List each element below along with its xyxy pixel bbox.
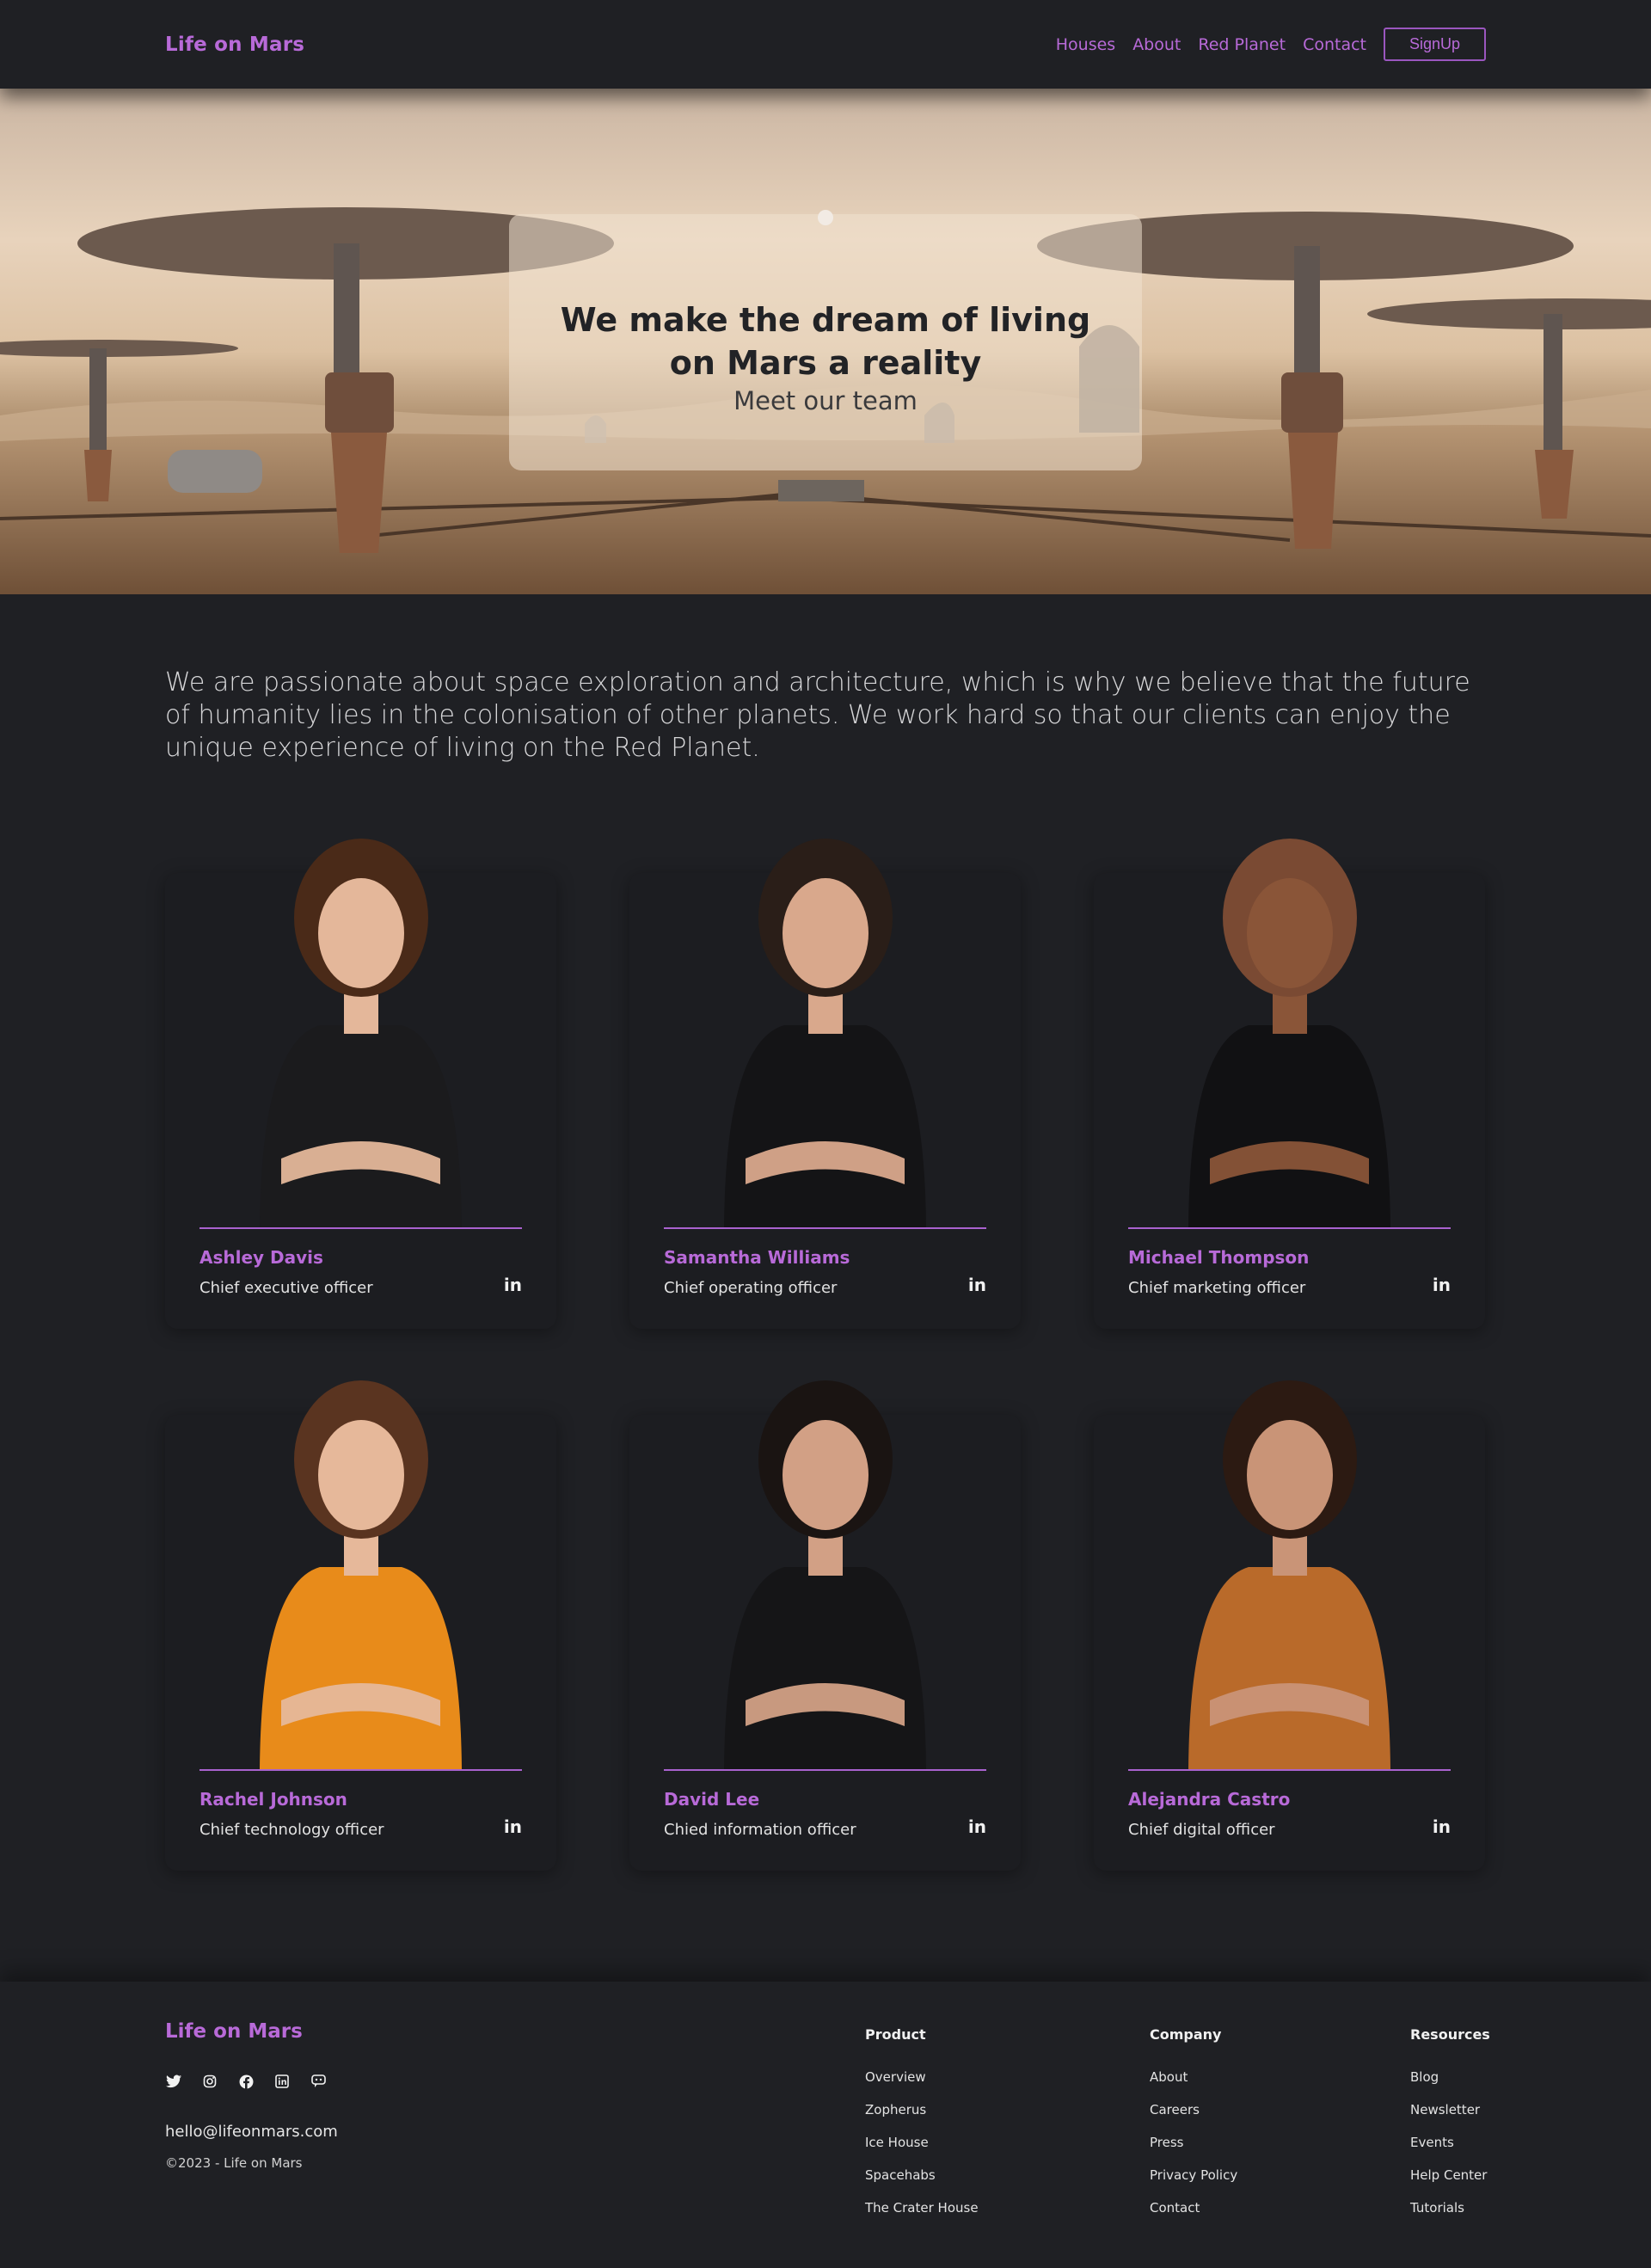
linkedin-icon[interactable]: in	[968, 1816, 986, 1837]
footer-copyright: ©2023 - Life on Mars	[165, 2155, 303, 2171]
instagram-icon[interactable]	[201, 2073, 218, 2090]
footer-email[interactable]: hello@lifeonmars.com	[165, 2123, 338, 2141]
team-member-role: Chief operating officer	[664, 1279, 838, 1297]
footer-column-title: Product	[865, 2026, 926, 2043]
hero-title: We make the dream of living on Mars a re…	[560, 301, 1091, 382]
footer-link-zopherus[interactable]: Zopherus	[865, 2101, 979, 2134]
team-member-role: Chief technology officer	[199, 1821, 384, 1839]
team-member-photo	[260, 1380, 462, 1769]
team-member-photo	[1188, 839, 1390, 1227]
team-member-card: David Lee Chied information officer in	[629, 1380, 1021, 1871]
linkedin-icon[interactable]: in	[504, 1816, 522, 1837]
footer-brand[interactable]: Life on Mars	[165, 2020, 303, 2043]
team-member-role: Chief executive officer	[199, 1279, 373, 1297]
footer-link-blog[interactable]: Blog	[1410, 2068, 1490, 2101]
team-member-name: Samantha Williams	[664, 1247, 850, 1268]
team-member-card: Michael Thompson Chief marketing officer i…	[1094, 839, 1485, 1329]
discord-icon[interactable]	[310, 2073, 327, 2090]
footer-link-ice-house[interactable]: Ice House	[865, 2134, 979, 2167]
nav-links: Houses About Red Planet Contact SignUp	[1039, 28, 1486, 61]
card-divider	[199, 1227, 522, 1229]
linkedin-icon[interactable]	[273, 2073, 291, 2090]
footer-column-company: Company About Careers Press Privacy Poli…	[1150, 2026, 1237, 2232]
team-member-card: Rachel Johnson Chief technology officer in	[165, 1380, 556, 1871]
carousel-dot[interactable]	[818, 210, 833, 225]
facebook-icon[interactable]	[237, 2073, 255, 2090]
footer-column-product: Product Overview Zopherus Ice House Spac…	[865, 2026, 979, 2232]
linkedin-icon[interactable]: in	[1433, 1816, 1451, 1837]
footer-link-careers[interactable]: Careers	[1150, 2101, 1237, 2134]
card-divider	[199, 1769, 522, 1771]
footer-link-help-center[interactable]: Help Center	[1410, 2167, 1490, 2199]
nav-link-houses[interactable]: Houses	[1056, 35, 1115, 54]
brand-logo[interactable]: Life on Mars	[165, 34, 304, 56]
team-member-photo	[724, 1380, 926, 1769]
card-divider	[664, 1227, 986, 1229]
site-footer: Life on Mars hello@lifeonmars.com ©2023 …	[0, 1982, 1651, 2268]
footer-link-press[interactable]: Press	[1150, 2134, 1237, 2167]
hero-subtitle: Meet our team	[733, 386, 918, 415]
nav-link-contact[interactable]: Contact	[1303, 35, 1366, 54]
footer-link-tutorials[interactable]: Tutorials	[1410, 2199, 1490, 2232]
hero-banner: We make the dream of living on Mars a re…	[0, 89, 1651, 594]
footer-link-privacy-policy[interactable]: Privacy Policy	[1150, 2167, 1237, 2199]
team-member-photo	[724, 839, 926, 1227]
footer-link-overview[interactable]: Overview	[865, 2068, 979, 2101]
linkedin-icon[interactable]: in	[504, 1275, 522, 1295]
footer-link-about[interactable]: About	[1150, 2068, 1237, 2101]
intro-paragraph: We are passionate about space exploratio…	[165, 667, 1470, 763]
team-member-name: David Lee	[664, 1789, 760, 1810]
team-member-card: Ashley Davis Chief executive officer in	[165, 839, 556, 1329]
footer-link-crater-house[interactable]: The Crater House	[865, 2199, 979, 2232]
team-member-name: Alejandra Castro	[1128, 1789, 1291, 1810]
footer-link-contact[interactable]: Contact	[1150, 2199, 1237, 2232]
social-links	[165, 2073, 346, 2090]
nav-link-about[interactable]: About	[1132, 35, 1181, 54]
team-member-role: Chief marketing officer	[1128, 1279, 1306, 1297]
card-divider	[1128, 1769, 1451, 1771]
team-member-card: Alejandra Castro Chief digital officer in	[1094, 1380, 1485, 1871]
linkedin-icon[interactable]: in	[1433, 1275, 1451, 1295]
team-member-name: Ashley Davis	[199, 1247, 323, 1268]
team-member-role: Chied information officer	[664, 1821, 856, 1839]
top-navbar: Life on Mars Houses About Red Planet Con…	[0, 0, 1651, 89]
team-member-card: Samantha Williams Chief operating officer…	[629, 839, 1021, 1329]
card-divider	[664, 1769, 986, 1771]
hero-card: We make the dream of living on Mars a re…	[509, 210, 1142, 470]
team-member-photo	[260, 839, 462, 1227]
team-member-name: Michael Thompson	[1128, 1247, 1310, 1268]
footer-link-newsletter[interactable]: Newsletter	[1410, 2101, 1490, 2134]
linkedin-icon[interactable]: in	[968, 1275, 986, 1295]
team-member-name: Rachel Johnson	[199, 1789, 347, 1810]
footer-column-resources: Resources Blog Newsletter Events Help Ce…	[1410, 2026, 1490, 2232]
signup-button[interactable]: SignUp	[1384, 28, 1486, 61]
card-divider	[1128, 1227, 1451, 1229]
team-member-role: Chief digital officer	[1128, 1821, 1275, 1839]
footer-column-title: Resources	[1410, 2026, 1490, 2043]
footer-link-spacehabs[interactable]: Spacehabs	[865, 2167, 979, 2199]
nav-link-red-planet[interactable]: Red Planet	[1198, 35, 1286, 54]
footer-column-title: Company	[1150, 2026, 1222, 2043]
navbar-container: Life on Mars Houses About Red Planet Con…	[165, 0, 1486, 89]
footer-link-events[interactable]: Events	[1410, 2134, 1490, 2167]
twitter-icon[interactable]	[165, 2073, 182, 2090]
team-member-photo	[1188, 1380, 1390, 1769]
